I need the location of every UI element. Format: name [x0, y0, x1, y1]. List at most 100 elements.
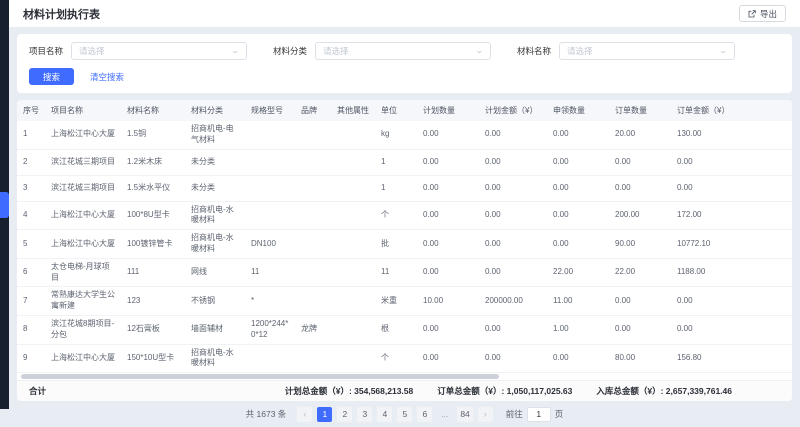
table-cell: 0.00 — [671, 315, 792, 344]
column-header: 订单数量 — [609, 100, 671, 121]
clear-search-button[interactable]: 清空搜索 — [90, 71, 124, 83]
table-row: 2滨江花城三期项目1.2米木床未分类10.000.000.000.000.00 — [17, 149, 792, 175]
table-cell: 0.00 — [547, 121, 609, 149]
table-cell: 0.00 — [547, 201, 609, 230]
table-cell: 0.00 — [547, 149, 609, 175]
column-header: 材料分类 — [185, 100, 245, 121]
material-category-label: 材料分类 — [273, 45, 307, 57]
table-cell: 1 — [375, 149, 417, 175]
sidebar-toggle[interactable] — [0, 192, 9, 218]
table-cell — [295, 230, 331, 259]
column-header: 项目名称 — [45, 100, 121, 121]
table-cell: 11.00 — [547, 287, 609, 316]
table-cell — [295, 175, 331, 201]
column-header: 序号 — [17, 100, 45, 121]
table-cell: 200.00 — [609, 201, 671, 230]
column-header: 规格型号 — [245, 100, 295, 121]
table-cell: 20.00 — [609, 121, 671, 149]
search-button[interactable]: 搜索 — [29, 68, 74, 85]
table-cell: 滨江花城三期项目 — [45, 175, 121, 201]
table-cell — [245, 121, 295, 149]
filter-row: 项目名称 请选择 ⌄ 材料分类 请选择 ⌄ 材料名称 请选择 ⌄ — [29, 42, 780, 60]
table-cell: 网线 — [185, 258, 245, 287]
table-cell: 1.2米木床 — [121, 149, 185, 175]
column-header: 申领数量 — [547, 100, 609, 121]
material-name-select[interactable]: 请选择 ⌄ — [559, 42, 735, 60]
scrollbar-thumb[interactable] — [21, 374, 499, 379]
project-name-placeholder: 请选择 — [79, 45, 105, 57]
material-category-placeholder: 请选择 — [323, 45, 349, 57]
table-cell: * — [245, 287, 295, 316]
table-cell — [295, 287, 331, 316]
materials-table: 序号项目名称材料名称材料分类规格型号品牌其他属性单位计划数量计划金额（¥）申领数… — [17, 100, 792, 373]
table-cell: 0.00 — [547, 344, 609, 373]
table-cell — [295, 149, 331, 175]
table-cell: 1 — [375, 175, 417, 201]
table-cell: 0.00 — [417, 121, 479, 149]
table-cell: 0.00 — [417, 315, 479, 344]
project-name-select[interactable]: 请选择 ⌄ — [71, 42, 247, 60]
table-cell: DN100 — [245, 230, 295, 259]
table-cell: 5 — [17, 230, 45, 259]
chevron-down-icon: ⌄ — [719, 47, 728, 55]
horizontal-scrollbar[interactable] — [19, 374, 790, 379]
filter-panel: 项目名称 请选择 ⌄ 材料分类 请选择 ⌄ 材料名称 请选择 ⌄ — [17, 34, 792, 93]
table-cell: 1188.00 — [671, 258, 792, 287]
table-cell: 1.5米水平仪 — [121, 175, 185, 201]
table-cell: 招商机电-电气材料 — [185, 121, 245, 149]
filter-group-material: 材料名称 请选择 ⌄ — [517, 42, 735, 60]
material-category-select[interactable]: 请选择 ⌄ — [315, 42, 491, 60]
table-cell: 12石膏板 — [121, 315, 185, 344]
table-cell: 个 — [375, 344, 417, 373]
table-cell: 0.00 — [479, 201, 547, 230]
table-cell: 0.00 — [609, 175, 671, 201]
table-row: 9上海松江中心大厦150*10U型卡招商机电-水暖材料个0.000.000.00… — [17, 344, 792, 373]
table-cell: 0.00 — [479, 230, 547, 259]
table-cell: 米重 — [375, 287, 417, 316]
table-cell: 11 — [375, 258, 417, 287]
table-cell — [331, 149, 375, 175]
table-cell: 11 — [245, 258, 295, 287]
summary-item: 订单总金额（¥）: 1,050,117,025.63 — [437, 385, 572, 397]
table-cell: 0.00 — [609, 149, 671, 175]
table-cell: 22.00 — [547, 258, 609, 287]
table-cell: 9 — [17, 344, 45, 373]
table-cell: 龙牌 — [295, 315, 331, 344]
table-cell — [331, 175, 375, 201]
table-row: 4上海松江中心大厦100*8U型卡招商机电-水暖材料个0.000.000.002… — [17, 201, 792, 230]
table-cell: 200000.00 — [479, 287, 547, 316]
summary-row: 合计 计划总金额（¥）: 354,568,213.58订单总金额（¥）: 1,0… — [17, 380, 792, 401]
table-cell: 上海松江中心大厦 — [45, 344, 121, 373]
table-cell — [245, 344, 295, 373]
table-cell — [295, 121, 331, 149]
table-cell: 招商机电-水暖材料 — [185, 344, 245, 373]
table-row: 8滨江花城8期项目-分包12石膏板墙面辅材1200*244*0*12龙牌根0.0… — [17, 315, 792, 344]
table-header-row: 序号项目名称材料名称材料分类规格型号品牌其他属性单位计划数量计划金额（¥）申领数… — [17, 100, 792, 121]
table-cell: 0.00 — [671, 287, 792, 316]
table-cell: 7 — [17, 287, 45, 316]
collapsed-sidebar[interactable] — [0, 0, 9, 409]
table-row: 3滨江花城三期项目1.5米水平仪未分类10.000.000.000.000.00 — [17, 175, 792, 201]
column-header: 其他属性 — [331, 100, 375, 121]
table-cell: 批 — [375, 230, 417, 259]
table-cell: 0.00 — [547, 230, 609, 259]
table-cell: 0.00 — [417, 258, 479, 287]
material-name-placeholder: 请选择 — [567, 45, 593, 57]
goto-suffix-label: 页 — [555, 408, 564, 420]
summary-totals: 计划总金额（¥）: 354,568,213.58订单总金额（¥）: 1,050,… — [285, 385, 732, 397]
table-cell: 招商机电-水暖材料 — [185, 230, 245, 259]
table-cell: 个 — [375, 201, 417, 230]
total-count: 共 1673 条 — [246, 408, 287, 420]
table-cell — [295, 344, 331, 373]
table-cell — [295, 258, 331, 287]
table-cell: 0.00 — [479, 258, 547, 287]
table-cell — [331, 201, 375, 230]
column-header: 订单金额（¥） — [671, 100, 792, 121]
table-cell: 1.00 — [547, 315, 609, 344]
table-cell: 22.00 — [609, 258, 671, 287]
table-cell: 上海松江中心大厦 — [45, 121, 121, 149]
summary-item: 入库总金额（¥）: 2,657,339,761.46 — [596, 385, 732, 397]
export-button[interactable]: 导出 — [739, 5, 786, 22]
table-cell: 0.00 — [479, 315, 547, 344]
table-cell: 0.00 — [417, 149, 479, 175]
